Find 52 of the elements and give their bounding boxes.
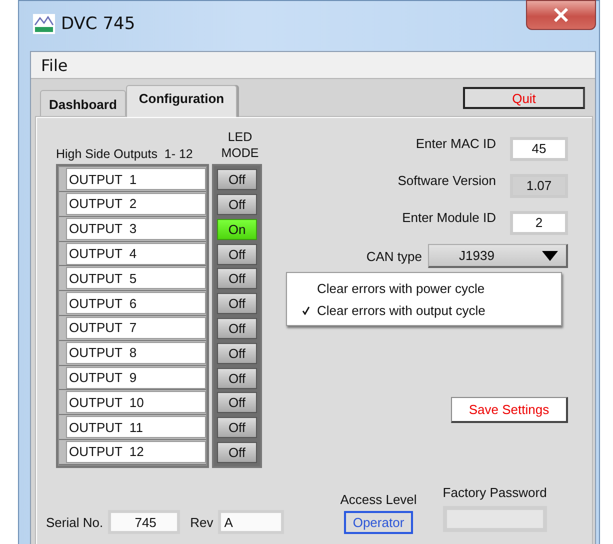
access-level-label: Access Level <box>340 492 417 507</box>
field-label: Software Version <box>398 173 496 188</box>
menu-option[interactable]: Clear errors with output cycle <box>317 302 486 318</box>
led-mode-button[interactable]: Off <box>217 342 257 364</box>
rev-field[interactable]: A <box>218 510 284 534</box>
can-type-label: CAN type <box>366 248 422 264</box>
tab[interactable]: Configuration <box>126 85 238 117</box>
value-field[interactable]: 45 <box>510 136 568 160</box>
menu-option[interactable]: Clear errors with power cycle <box>317 280 485 296</box>
output-name-field[interactable]: OUTPUT 8 <box>66 342 206 364</box>
led-mode-button[interactable]: Off <box>217 244 257 265</box>
output-name-field[interactable]: OUTPUT 4 <box>66 242 206 265</box>
close-button[interactable] <box>526 0 596 30</box>
output-name-field[interactable]: OUTPUT 1 <box>66 168 206 190</box>
led-mode-button[interactable]: Off <box>217 293 257 314</box>
led-mode-button[interactable]: Off <box>217 194 257 215</box>
output-name-field[interactable]: OUTPUT 2 <box>66 192 206 215</box>
field-label: Enter MAC ID <box>416 136 496 151</box>
outputs-heading: High Side Outputs 1- 12 <box>56 147 193 162</box>
rev-label: Rev <box>190 514 214 530</box>
led-mode-button[interactable]: Off <box>217 318 257 339</box>
menu-item[interactable]: File <box>41 56 68 74</box>
led-mode-button[interactable]: Off <box>217 392 257 414</box>
led-mode-button[interactable]: Off <box>217 268 257 290</box>
close-icon <box>553 8 569 22</box>
save-settings-button[interactable]: Save Settings <box>451 397 568 423</box>
factory-password-label: Factory Password <box>442 485 547 500</box>
output-name-field[interactable]: OUTPUT 5 <box>66 267 206 290</box>
output-name-field[interactable]: OUTPUT 12 <box>66 440 206 463</box>
led-mode-button[interactable]: Off <box>217 417 257 438</box>
output-name-field[interactable]: OUTPUT 6 <box>66 292 206 314</box>
led-mode-button[interactable]: Off <box>217 368 257 389</box>
tab[interactable]: Dashboard <box>40 90 126 116</box>
window-title: DVC 745 <box>61 14 136 34</box>
access-level-button[interactable]: Operator <box>344 511 414 534</box>
output-name-field[interactable]: OUTPUT 7 <box>66 316 206 339</box>
dropdown-arrow-icon <box>542 250 558 260</box>
serial-label: Serial No. <box>46 514 104 530</box>
output-name-field[interactable]: OUTPUT 3 <box>66 218 206 240</box>
output-name-field[interactable]: OUTPUT 11 <box>66 416 206 438</box>
field-label: Enter Module ID <box>402 210 496 225</box>
output-name-field[interactable]: OUTPUT 10 <box>66 391 206 414</box>
value-field: 1.07 <box>510 174 568 198</box>
app-logo-icon <box>33 14 55 34</box>
serial-field[interactable]: 745 <box>108 510 180 534</box>
output-name-field[interactable]: OUTPUT 9 <box>66 366 206 389</box>
led-mode-heading: LED MODE <box>220 130 260 162</box>
value-field[interactable]: 2 <box>510 210 568 234</box>
led-mode-button[interactable]: On <box>217 218 257 240</box>
can-type-select[interactable]: J1939 <box>428 244 568 268</box>
led-mode-button[interactable]: Off <box>217 442 257 463</box>
led-mode-button[interactable]: Off <box>217 169 257 190</box>
